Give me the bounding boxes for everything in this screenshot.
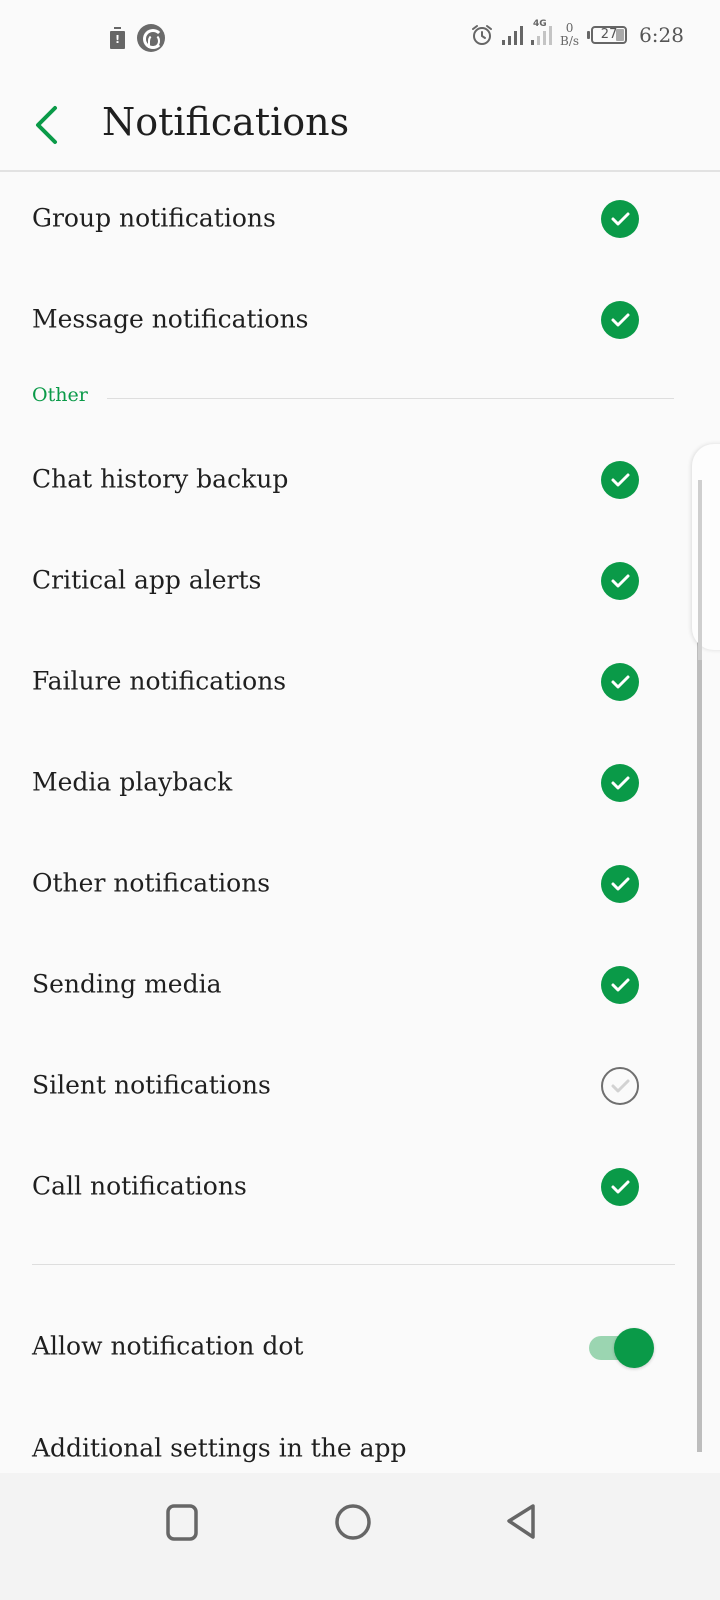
section-title: Other xyxy=(32,384,88,406)
chevron-left-icon xyxy=(36,106,57,144)
checkbox-checked[interactable] xyxy=(601,199,639,238)
item-label: Silent notifications xyxy=(32,1069,271,1099)
toggle-thumb xyxy=(614,1327,654,1368)
list-item-group-notifications[interactable]: Group notifications xyxy=(0,168,720,269)
signal-strength-icon xyxy=(502,25,524,45)
item-label: Sending media xyxy=(32,968,222,998)
checkbox-checked[interactable] xyxy=(601,1167,639,1206)
check-icon xyxy=(611,1180,630,1193)
page-title: Notifications xyxy=(102,100,350,144)
section-header-other: Other xyxy=(0,384,720,412)
checkbox-checked[interactable] xyxy=(601,864,639,903)
checkbox-checked[interactable] xyxy=(601,965,639,1004)
checkbox-checked[interactable] xyxy=(601,763,639,802)
list-item-critical-app-alerts[interactable]: Critical app alerts xyxy=(0,530,720,631)
item-label: Message notifications xyxy=(32,303,309,333)
network-speed: 0 B/s xyxy=(560,21,580,48)
item-label: Chat history backup xyxy=(32,463,289,493)
check-icon xyxy=(611,978,630,991)
setting-label: Additional settings in the app xyxy=(32,1432,407,1462)
battery-level: 27 xyxy=(600,27,618,42)
list-item-call-notifications[interactable]: Call notifications xyxy=(0,1136,720,1237)
checkbox-checked[interactable] xyxy=(601,662,639,701)
check-icon xyxy=(611,313,630,326)
item-label: Media playback xyxy=(32,766,233,796)
battery-warning-icon: ! xyxy=(110,27,125,49)
item-label: Critical app alerts xyxy=(32,564,262,594)
section-divider xyxy=(107,398,674,399)
check-icon xyxy=(611,1079,630,1092)
check-icon xyxy=(611,675,630,688)
status-bar: ! 4G 0 B/s 27 6:28 xyxy=(0,0,720,80)
notification-dot-toggle[interactable] xyxy=(589,1327,654,1368)
signal-4g-icon: 4G xyxy=(531,19,553,45)
list-item-silent-notifications[interactable]: Silent notifications xyxy=(0,1035,720,1136)
item-label: Group notifications xyxy=(32,202,276,232)
divider xyxy=(32,1264,675,1265)
back-nav-button[interactable] xyxy=(499,1501,549,1551)
item-label: Other notifications xyxy=(32,867,271,897)
checkbox-checked[interactable] xyxy=(601,561,639,600)
check-icon xyxy=(611,574,630,587)
checkbox-unchecked[interactable] xyxy=(601,1066,639,1105)
home-icon xyxy=(335,1504,371,1540)
list-item-chat-history-backup[interactable]: Chat history backup xyxy=(0,429,720,530)
item-label: Call notifications xyxy=(32,1170,247,1200)
setting-label: Allow notification dot xyxy=(32,1330,304,1360)
check-icon xyxy=(611,877,630,890)
header: Notifications xyxy=(0,80,720,172)
list-item-failure-notifications[interactable]: Failure notifications xyxy=(0,631,720,732)
edge-panel-handle[interactable] xyxy=(692,444,720,660)
list-item-sending-media[interactable]: Sending media xyxy=(0,934,720,1035)
list-item-other-notifications[interactable]: Other notifications xyxy=(0,833,720,934)
back-button[interactable] xyxy=(28,100,68,150)
list-item-media-playback[interactable]: Media playback xyxy=(0,732,720,833)
check-icon xyxy=(611,212,630,225)
navigation-bar xyxy=(0,1473,720,1600)
clock: 6:28 xyxy=(639,23,684,47)
setting-allow-notification-dot[interactable]: Allow notification dot xyxy=(0,1296,720,1397)
home-button[interactable] xyxy=(328,1501,378,1551)
list-item-message-notifications[interactable]: Message notifications xyxy=(0,269,720,370)
back-icon xyxy=(507,1504,535,1539)
check-icon xyxy=(611,776,630,789)
checkbox-checked[interactable] xyxy=(601,300,639,339)
recents-icon xyxy=(166,1504,198,1541)
check-icon xyxy=(611,473,630,486)
app-logo-icon xyxy=(137,24,165,52)
alarm-icon xyxy=(472,25,493,45)
item-label: Failure notifications xyxy=(32,665,287,695)
battery-icon: 27 xyxy=(587,26,628,44)
recents-button[interactable] xyxy=(157,1501,207,1551)
checkbox-checked[interactable] xyxy=(601,460,639,499)
